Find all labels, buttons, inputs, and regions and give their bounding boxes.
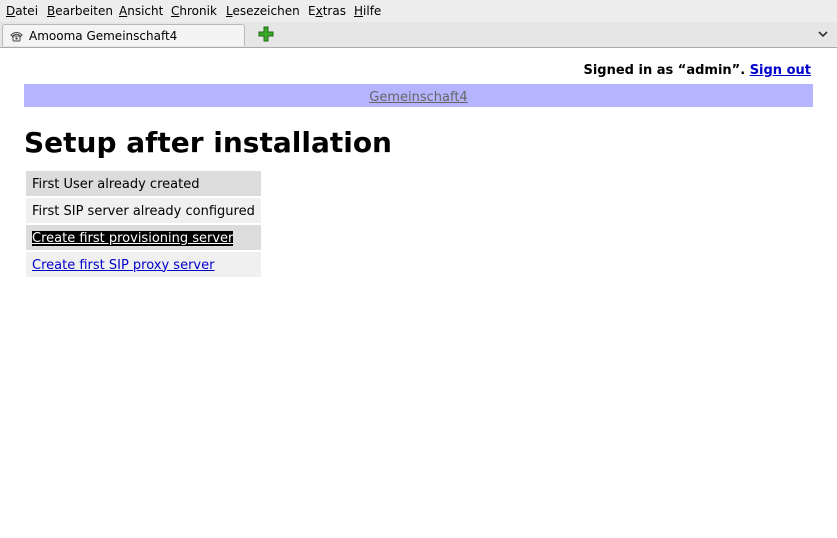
tab-amooma[interactable]: Amooma Gemeinschaft4 [2, 24, 245, 46]
table-row: First User already created [26, 171, 261, 196]
menu-ansicht[interactable]: Ansicht [119, 4, 163, 18]
signed-in-text: Signed in as “admin”. [583, 63, 746, 78]
table-row: Create first SIP proxy server [26, 252, 261, 277]
sign-out-link[interactable]: Sign out [750, 63, 811, 78]
menu-chronik[interactable]: Chronik [171, 4, 217, 18]
tab-strip: Amooma Gemeinschaft4 [0, 22, 837, 48]
tab-list-chevron-down-icon[interactable] [816, 27, 830, 41]
step-cell: Create first SIP proxy server [26, 252, 261, 277]
menu-bar: Datei Bearbeiten Ansicht Chronik Lesezei… [0, 0, 837, 22]
step-first-user: First User already created [26, 171, 261, 196]
nav-bar: Gemeinschaft4 [24, 84, 813, 107]
setup-steps-table: First User already created First SIP ser… [24, 169, 263, 279]
menu-datei[interactable]: Datei [6, 4, 38, 18]
phone-icon [10, 32, 23, 42]
menu-bearbeiten[interactable]: Bearbeiten [47, 4, 113, 18]
menu-extras[interactable]: Extras [308, 4, 346, 18]
table-row: First SIP server already configured [26, 198, 261, 223]
step-first-sip-server: First SIP server already configured [26, 198, 261, 223]
signed-in-status: Signed in as “admin”. Sign out [583, 63, 811, 78]
menu-hilfe[interactable]: Hilfe [354, 4, 381, 18]
menu-lesezeichen[interactable]: Lesezeichen [226, 4, 300, 18]
new-tab-plus-icon[interactable] [257, 25, 275, 43]
create-provisioning-server-link[interactable]: Create first provisioning server [32, 230, 234, 246]
table-row: Create first provisioning server [26, 225, 261, 250]
nav-gemeinschaft4-link[interactable]: Gemeinschaft4 [369, 90, 467, 105]
tab-title: Amooma Gemeinschaft4 [29, 29, 178, 43]
create-sip-proxy-server-link[interactable]: Create first SIP proxy server [32, 258, 214, 273]
page-title: Setup after installation [24, 126, 392, 159]
step-cell: Create first provisioning server [26, 225, 261, 250]
